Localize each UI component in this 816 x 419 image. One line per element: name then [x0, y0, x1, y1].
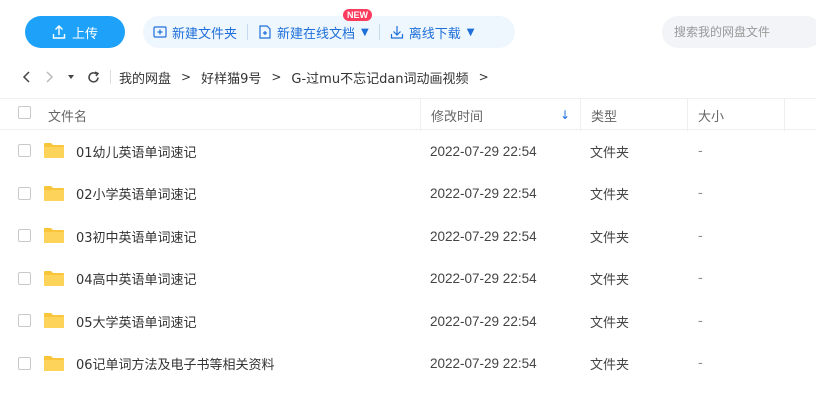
file-name[interactable]: 06记单词方法及电子书等相关资料 [76, 343, 275, 385]
upload-label: 上传 [71, 26, 98, 42]
folder-icon [43, 142, 65, 159]
folder-icon [43, 355, 65, 372]
action-group: 新建文件夹 新建在线文档 ▼ NEW 离线下载 ▼ [143, 9, 515, 48]
file-name[interactable]: 05大学英语单词速记 [76, 300, 197, 342]
upload-icon [52, 25, 66, 39]
file-name[interactable]: 01幼儿英语单词速记 [76, 130, 197, 172]
file-type: 文件夹 [590, 230, 630, 246]
row-checkbox[interactable] [18, 356, 31, 374]
file-size: - [698, 186, 703, 202]
offline-download-button[interactable]: 离线下载 ▼ [380, 16, 485, 48]
file-type: 文件夹 [590, 188, 630, 204]
table-row[interactable]: 05大学英语单词速记 2022-07-29 22:54 文件夹 - [0, 300, 816, 343]
folder-icon [43, 312, 65, 329]
file-name[interactable]: 04高中英语单词速记 [76, 258, 197, 300]
file-size: - [698, 356, 703, 372]
chevron-right-icon [46, 71, 54, 83]
row-checkbox[interactable] [18, 144, 31, 161]
new-online-doc-button[interactable]: 新建在线文档 ▼ NEW [248, 9, 379, 48]
breadcrumb-separator: > [181, 70, 192, 84]
new-online-doc-label: 新建在线文档 [277, 26, 356, 42]
new-folder-button[interactable]: 新建文件夹 [143, 16, 247, 48]
navigation-bar: 我的网盘 > 好样猫9号 > G-过mu不忘记dan词动画视频 > [0, 62, 816, 92]
sort-down-arrow-icon: ↓ [559, 108, 570, 122]
column-header-type[interactable]: 类型 [580, 99, 687, 131]
caret-down-icon: ▼ [466, 26, 475, 38]
folder-icon [43, 227, 65, 244]
refresh-icon [87, 70, 99, 83]
forward-button[interactable] [38, 66, 60, 88]
table-header: 文件名 修改时间 ↓ 类型 大小 [0, 98, 816, 131]
modified-time: 2022-07-29 22:54 [430, 186, 537, 202]
toolbar: 上传 新建文件夹 新建在线文档 ▼ NEW 离线下载 ▼ [0, 0, 816, 60]
search-input[interactable] [662, 16, 816, 48]
modified-time: 2022-07-29 22:54 [430, 356, 537, 372]
file-type: 文件夹 [590, 145, 630, 161]
folder-icon [43, 270, 65, 287]
breadcrumb-separator: > [478, 70, 489, 84]
refresh-button[interactable] [82, 66, 104, 88]
history-dropdown-button[interactable] [60, 66, 82, 88]
row-checkbox[interactable] [18, 271, 31, 289]
file-size: - [698, 313, 703, 329]
upload-button[interactable]: 上传 [25, 16, 125, 48]
file-type: 文件夹 [590, 315, 630, 331]
file-size: - [698, 143, 703, 159]
modified-time: 2022-07-29 22:54 [430, 271, 537, 287]
divider [110, 70, 111, 84]
modified-time: 2022-07-29 22:54 [430, 313, 537, 329]
column-header-name[interactable]: 文件名 [48, 99, 87, 131]
table-row[interactable]: 02小学英语单词速记 2022-07-29 22:54 文件夹 - [0, 173, 816, 216]
breadcrumb-item[interactable]: 好样猫9号 [201, 68, 261, 87]
chevron-left-icon [22, 71, 30, 83]
file-type: 文件夹 [590, 358, 630, 374]
folder-icon [43, 185, 65, 202]
modified-time: 2022-07-29 22:54 [430, 143, 537, 159]
column-header-size[interactable]: 大小 [687, 99, 785, 131]
modified-time: 2022-07-29 22:54 [430, 228, 537, 244]
row-checkbox[interactable] [18, 229, 31, 246]
new-doc-icon [259, 25, 271, 39]
breadcrumb-item-home[interactable]: 我的网盘 [119, 68, 171, 87]
breadcrumb-separator: > [271, 70, 282, 84]
file-name[interactable]: 02小学英语单词速记 [76, 173, 197, 215]
caret-down-icon: ▼ [361, 26, 369, 38]
select-all-checkbox[interactable] [18, 105, 31, 123]
file-size: - [698, 228, 703, 244]
breadcrumb: 我的网盘 > 好样猫9号 > G-过mu不忘记dan词动画视频 > [119, 68, 499, 87]
new-badge: NEW [343, 9, 373, 21]
new-folder-label: 新建文件夹 [172, 26, 238, 42]
column-header-modified[interactable]: 修改时间 ↓ [420, 99, 580, 131]
row-checkbox[interactable] [18, 186, 31, 204]
download-icon [390, 26, 403, 39]
table-row[interactable]: 01幼儿英语单词速记 2022-07-29 22:54 文件夹 - [0, 130, 816, 173]
column-header-modified-label: 修改时间 [431, 109, 484, 125]
file-table: 文件名 修改时间 ↓ 类型 大小 01幼儿英语单词速记 2022-07-29 22… [0, 98, 816, 386]
new-folder-icon [153, 26, 167, 38]
caret-down-icon [68, 75, 74, 79]
back-button[interactable] [16, 66, 38, 88]
file-name[interactable]: 03初中英语单词速记 [76, 215, 197, 257]
file-type: 文件夹 [590, 273, 630, 289]
row-checkbox[interactable] [18, 314, 31, 331]
table-row[interactable]: 06记单词方法及电子书等相关资料 2022-07-29 22:54 文件夹 - [0, 343, 816, 386]
table-row[interactable]: 04高中英语单词速记 2022-07-29 22:54 文件夹 - [0, 258, 816, 301]
table-row[interactable]: 03初中英语单词速记 2022-07-29 22:54 文件夹 - [0, 215, 816, 258]
offline-download-label: 离线下载 [408, 26, 461, 42]
breadcrumb-item-current[interactable]: G-过mu不忘记dan词动画视频 [291, 68, 468, 87]
file-size: - [698, 271, 703, 287]
